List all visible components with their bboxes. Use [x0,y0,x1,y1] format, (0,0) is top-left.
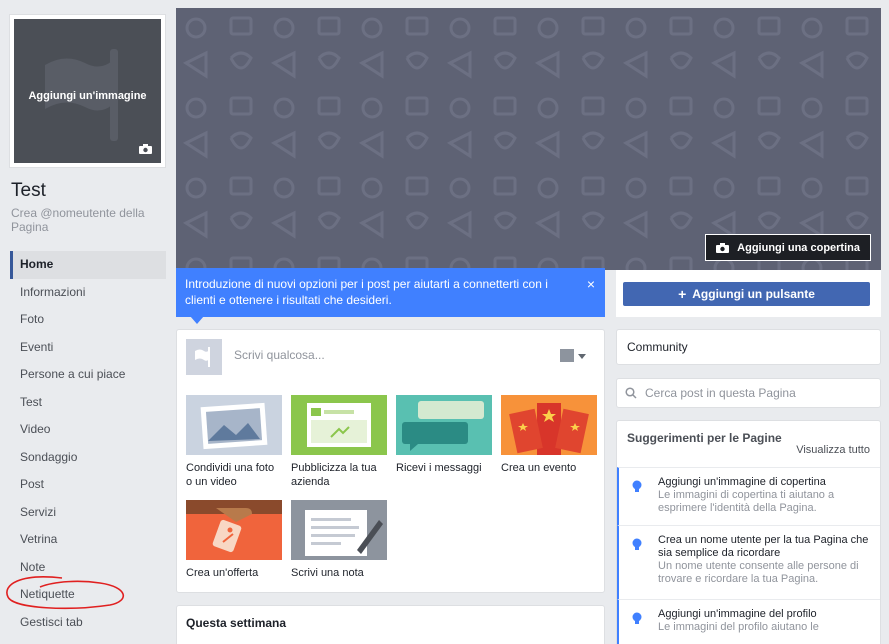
add-cover-button[interactable]: Aggiungi una copertina [705,234,871,261]
see-all-link[interactable]: Visualizza tutto [796,444,870,456]
nav-item-netiquette[interactable]: Netiquette [10,581,166,609]
page-actions-bar: + Aggiungi un pulsante [616,270,881,317]
cover-photo-area[interactable]: Aggiungi una copertina [176,8,881,270]
nav-item-gestisci-tab[interactable]: Gestisci tab [10,609,166,637]
plus-icon: + [678,286,687,302]
this-week-title: Questa settimana [186,616,287,630]
messages-illustration [396,395,492,455]
suggestion-title: Aggiungi un'immagine del profilo [658,608,817,620]
tile-label: Crea un evento [501,462,577,474]
suggestion-add-cover[interactable]: Aggiungi un'immagine di copertina Le imm… [617,467,880,525]
add-button-label: Aggiungi un pulsante [692,287,815,301]
photo-video-illustration [186,395,282,455]
tile-promote-business[interactable]: Pubblicizza la tua azienda [291,395,387,489]
tile-photo-video[interactable]: Condividi una foto o un video [186,395,282,489]
tile-write-note[interactable]: Scrivi una nota [291,500,387,580]
create-username-link[interactable]: Crea @nomeutente della Pagina [11,206,161,234]
left-sidebar: Aggiungi un'immagine Test Crea @nomeuten… [0,0,176,644]
lightbulb-icon [632,538,642,550]
search-icon [625,387,637,399]
tile-label: Condividi una foto o un video [186,462,275,488]
nav-item-sondaggio[interactable]: Sondaggio [10,444,166,472]
suggestions-title: Suggerimenti per le Pagine [627,431,782,445]
nav-item-home[interactable]: Home [10,251,166,279]
lightbulb-icon [632,480,642,492]
promote-illustration [291,395,387,455]
nav-item-video[interactable]: Video [10,416,166,444]
tile-label: Crea un'offerta [186,567,259,579]
page-avatar [186,339,222,375]
tooltip-arrow [190,316,204,324]
profile-picture-placeholder[interactable]: Aggiungi un'immagine [14,19,161,163]
community-card[interactable]: Community [616,329,881,365]
suggestion-title: Crea un nome utente per la tua Pagina ch… [658,534,869,559]
lightbulb-icon [632,612,642,624]
new-post-options-tooltip: Introduzione di nuovi opzioni per i post… [176,268,605,324]
nav-item-note[interactable]: Note [10,554,166,582]
nav-item-informazioni[interactable]: Informazioni [10,279,166,307]
tile-create-offer[interactable]: Crea un'offerta [186,500,282,580]
nav-item-servizi[interactable]: Servizi [10,499,166,527]
nav-item-eventi[interactable]: Eventi [10,334,166,362]
tile-label: Ricevi i messaggi [396,462,482,474]
nav-item-vetrina[interactable]: Vetrina [10,526,166,554]
camera-icon [716,242,730,253]
camera-icon[interactable] [139,144,152,154]
suggestion-desc: Le immagini del profilo aiutano le [658,621,819,633]
add-button-button[interactable]: + Aggiungi un pulsante [623,282,870,306]
profile-picture[interactable]: Aggiungi un'immagine [10,15,165,167]
suggestion-desc: Le immagini di copertina ti aiutano a es… [658,489,835,514]
flag-icon [195,347,210,367]
suggestion-title: Aggiungi un'immagine di copertina [658,476,826,488]
tile-label: Scrivi una nota [291,567,364,579]
search-input[interactable]: Cerca post in questa Pagina [645,386,796,400]
add-cover-label: Aggiungi una copertina [737,241,860,254]
add-profile-image-label[interactable]: Aggiungi un'immagine [14,90,161,102]
nav-item-test[interactable]: Test [10,389,166,417]
chevron-down-icon[interactable] [578,354,586,359]
tile-get-messages[interactable]: Ricevi i messaggi [396,395,492,475]
event-illustration [501,395,597,455]
note-illustration [291,500,387,560]
page-title: Test [11,180,46,201]
suggestion-create-username[interactable]: Crea un nome utente per la tua Pagina ch… [617,525,880,599]
composer-input[interactable]: Scrivi qualcosa... [234,348,325,362]
post-composer: Scrivi qualcosa... Condividi una foto o … [176,329,605,593]
page-suggestions-card: Suggerimenti per le Pagine Visualizza tu… [616,420,881,644]
offer-illustration [186,500,282,560]
nav-item-post[interactable]: Post [10,471,166,499]
suggestion-add-profile-image[interactable]: Aggiungi un'immagine del profilo Le imma… [617,599,880,644]
close-icon[interactable]: × [587,276,595,292]
suggestion-desc: Un nome utente consente alle persone di … [658,560,859,585]
tile-label: Pubblicizza la tua azienda [291,462,377,488]
nav-item-persone-a-cui-piace[interactable]: Persone a cui piace [10,361,166,389]
tile-create-event[interactable]: Crea un evento [501,395,597,475]
tooltip-text: Introduzione di nuovi opzioni per i post… [185,277,548,307]
audience-flag-icon[interactable] [560,349,574,362]
page-search[interactable]: Cerca post in questa Pagina [616,378,881,408]
this-week-card: Questa settimana [176,605,605,644]
page-navigation: Home Informazioni Foto Eventi Persone a … [10,251,166,636]
nav-item-foto[interactable]: Foto [10,306,166,334]
cover-icon-pattern [176,8,881,270]
